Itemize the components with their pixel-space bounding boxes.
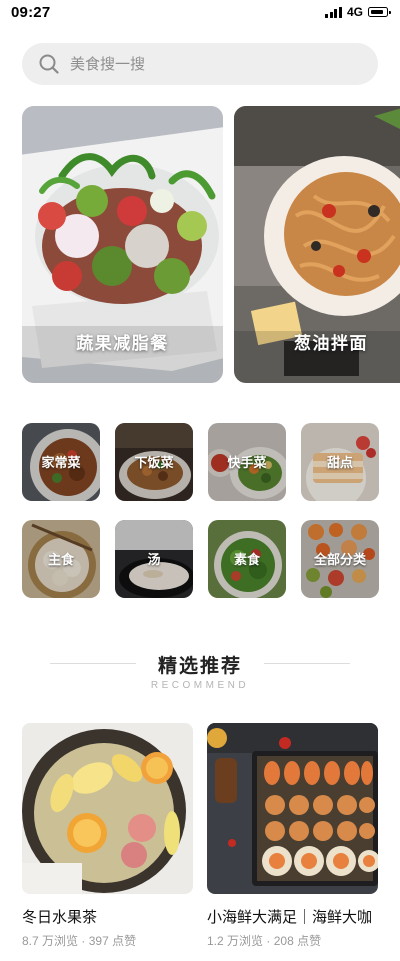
- section-title: 精选推荐: [157, 656, 242, 677]
- recommend-stats: 8.7 万浏览 · 397 点赞: [22, 932, 136, 949]
- signal-icon: [325, 6, 342, 18]
- category-label: 素食: [233, 552, 260, 567]
- category-rice-dishes[interactable]: 下饭菜: [115, 423, 193, 501]
- meta-separator: ·: [81, 934, 89, 948]
- section-subtitle: RECOMMEND: [150, 680, 250, 691]
- likes-count: 397 点赞: [88, 934, 137, 948]
- battery-icon: [368, 7, 391, 17]
- category-label: 汤: [147, 552, 161, 567]
- search-icon: [39, 54, 59, 74]
- recommend-title[interactable]: 小海鲜大满足｜海鲜大咖: [207, 906, 382, 927]
- category-label: 主食: [47, 552, 74, 567]
- category-staple-food[interactable]: 主食: [22, 520, 100, 598]
- recommend-image-seafood[interactable]: [207, 723, 378, 894]
- search-bar[interactable]: [22, 43, 378, 85]
- banner-card-salad[interactable]: 蔬果减脂餐: [22, 106, 223, 383]
- recommend-stats: 1.2 万浏览 · 208 点赞: [207, 932, 321, 949]
- recommend-image-fruit-tea[interactable]: [22, 723, 193, 894]
- network-label: 4G: [346, 5, 363, 19]
- status-time: 09:27: [11, 4, 51, 21]
- category-label: 下饭菜: [134, 455, 174, 470]
- category-label: 甜点: [326, 455, 353, 470]
- banner-card-noodles[interactable]: 葱油拌面: [234, 106, 400, 383]
- status-bar: 09:27 4G: [0, 0, 400, 24]
- banner-label: 蔬果减脂餐: [76, 334, 169, 353]
- category-label: 快手菜: [227, 455, 267, 470]
- views-count: 8.7 万浏览: [22, 934, 79, 948]
- likes-count: 208 点赞: [273, 934, 322, 948]
- category-label: 家常菜: [41, 455, 81, 470]
- category-home-cooking[interactable]: 家常菜: [22, 423, 100, 501]
- meta-separator: ·: [266, 934, 274, 948]
- views-count: 1.2 万浏览: [207, 934, 264, 948]
- category-all[interactable]: 全部分类: [301, 520, 379, 598]
- category-soup[interactable]: 汤: [115, 520, 193, 598]
- status-indicators: 4G: [325, 5, 391, 19]
- category-quick-dishes[interactable]: 快手菜: [208, 423, 286, 501]
- banner-label: 葱油拌面: [294, 334, 368, 353]
- category-vegetarian[interactable]: 素食: [208, 520, 286, 598]
- category-label: 全部分类: [313, 552, 366, 567]
- search-input[interactable]: [70, 55, 330, 73]
- recommend-title[interactable]: 冬日水果茶: [22, 906, 193, 927]
- category-desserts[interactable]: 甜点: [301, 423, 379, 501]
